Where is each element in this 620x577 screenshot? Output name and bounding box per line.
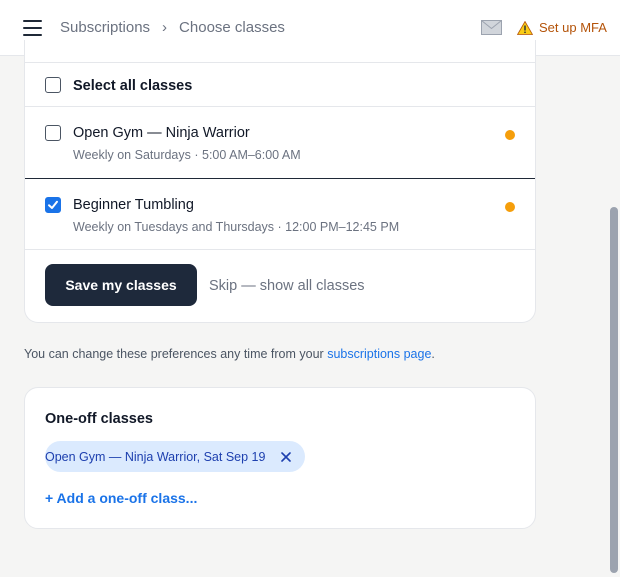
breadcrumb-subscriptions[interactable]: Subscriptions xyxy=(60,19,150,36)
select-all-label: Select all classes xyxy=(73,78,193,94)
class-selection-card: Select all classes Open Gym — Ninja Warr… xyxy=(24,40,536,323)
save-classes-button[interactable]: Save my classes xyxy=(45,264,197,306)
class-name: Open Gym — Ninja Warrior xyxy=(73,125,250,141)
one-off-chip: Open Gym — Ninja Warrior, Sat Sep 19 xyxy=(45,441,306,472)
class-checkbox-checked[interactable] xyxy=(45,197,61,213)
mail-icon[interactable] xyxy=(481,20,502,35)
breadcrumb: Subscriptions › Choose classes xyxy=(60,19,285,36)
class-schedule: Weekly on Tuesdays and Thursdays · 12:00… xyxy=(73,220,400,234)
preferences-note: You can change these preferences any tim… xyxy=(24,347,435,361)
class-row[interactable]: Open Gym — Ninja Warrior Weekly on Satur… xyxy=(25,107,535,179)
one-off-classes-card: One-off classes Open Gym — Ninja Warrior… xyxy=(24,387,536,529)
subscriptions-page-link[interactable]: subscriptions page xyxy=(327,347,431,361)
add-one-off-link[interactable]: + Add a one-off class... xyxy=(45,490,197,506)
scrollbar[interactable] xyxy=(610,207,618,573)
breadcrumb-current: Choose classes xyxy=(179,19,285,36)
close-icon[interactable] xyxy=(277,448,295,466)
class-schedule: Weekly on Saturdays · 5:00 AM–6:00 AM xyxy=(73,148,301,162)
setup-mfa-label: Set up MFA xyxy=(539,20,607,35)
status-dot xyxy=(505,202,515,212)
class-name: Beginner Tumbling xyxy=(73,197,194,213)
chip-label: Open Gym — Ninja Warrior, Sat Sep 19 xyxy=(45,449,266,464)
note-suffix: . xyxy=(431,347,435,361)
class-checkbox[interactable] xyxy=(45,125,61,141)
select-all-row[interactable]: Select all classes xyxy=(25,62,535,107)
skip-link[interactable]: Skip — show all classes xyxy=(209,278,365,294)
warning-icon xyxy=(516,20,534,35)
setup-mfa-link[interactable]: Set up MFA xyxy=(516,20,607,35)
menu-icon[interactable] xyxy=(23,20,42,36)
status-dot xyxy=(505,130,515,140)
breadcrumb-separator: › xyxy=(162,19,168,36)
one-off-title: One-off classes xyxy=(45,411,153,427)
note-text: You can change these preferences any tim… xyxy=(24,347,328,361)
class-row[interactable]: Beginner Tumbling Weekly on Tuesdays and… xyxy=(25,179,535,250)
select-all-checkbox[interactable] xyxy=(45,77,61,93)
